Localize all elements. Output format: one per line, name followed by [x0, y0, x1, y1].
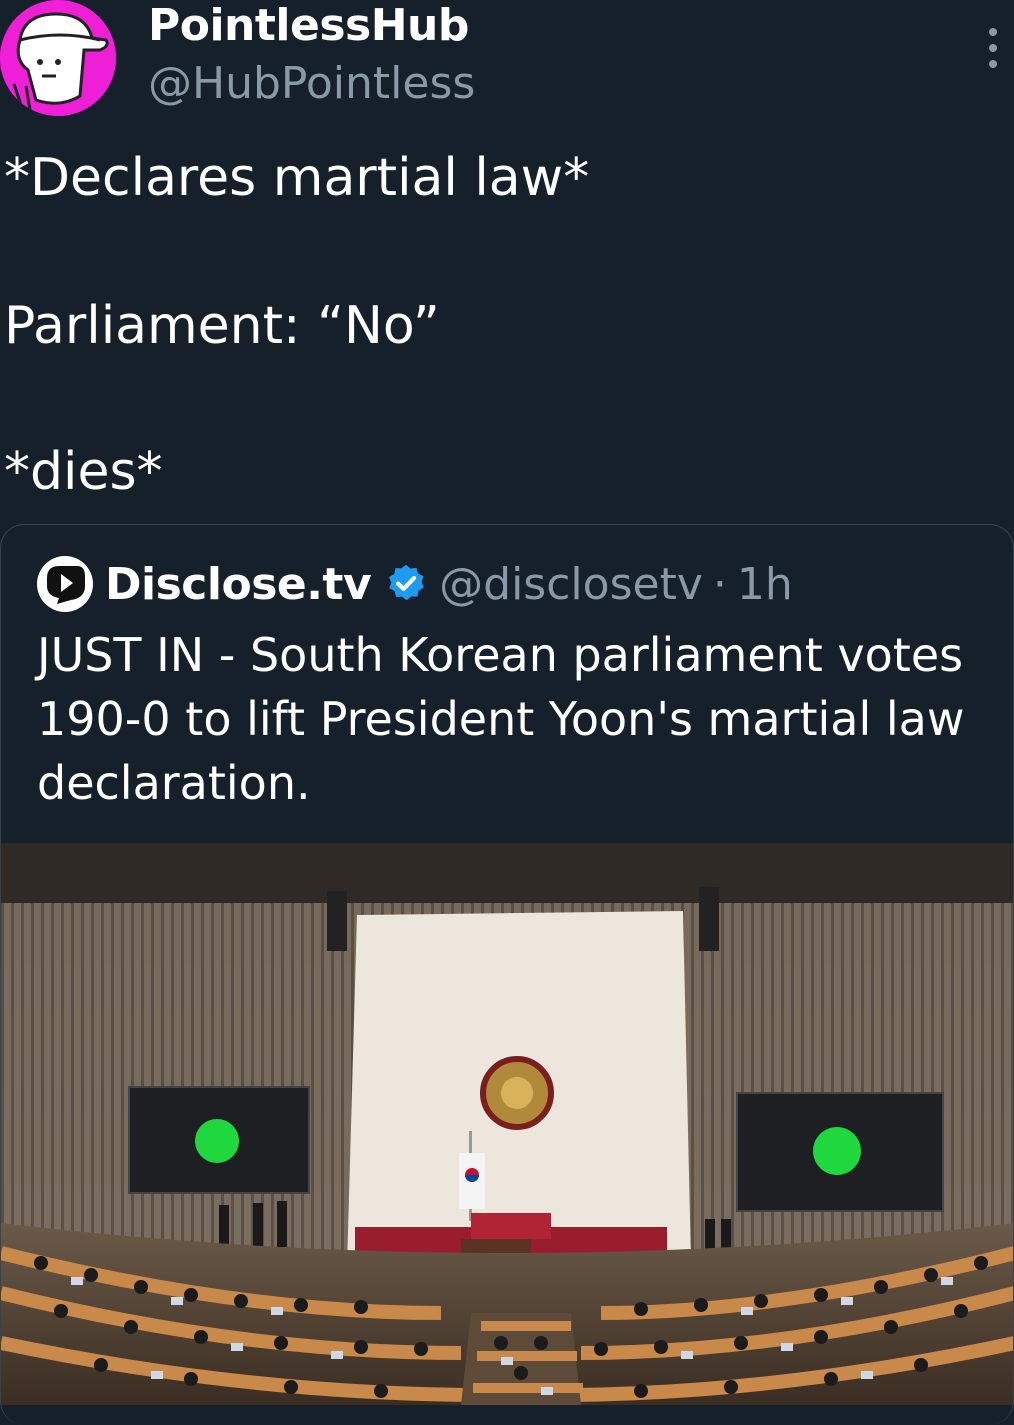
meta-separator: · — [712, 558, 727, 610]
more-options-icon[interactable] — [986, 28, 1000, 68]
more-dot — [989, 60, 997, 68]
author-avatar[interactable] — [0, 0, 116, 116]
author-display-name[interactable]: PointlessHub — [148, 0, 469, 52]
tweet-text-line: *Declares martial law* — [4, 148, 590, 208]
tweet-header: PointlessHub @HubPointless — [0, 0, 1014, 120]
disclose-logo-icon[interactable] — [37, 556, 93, 612]
more-dot — [989, 28, 997, 36]
cartoon-cap-character-icon — [0, 0, 116, 116]
quoted-tweet-card[interactable]: Disclose.tv @disclosetv · 1h JUST IN - S… — [0, 524, 1014, 1425]
more-dot — [989, 44, 997, 52]
tweet-text-line: Parliament: “No” — [4, 296, 440, 356]
author-handle[interactable]: @HubPointless — [148, 58, 475, 110]
tweet-text-line: *dies* — [4, 442, 163, 502]
quoted-timestamp[interactable]: 1h — [737, 559, 793, 610]
quoted-author-handle[interactable]: @disclosetv — [439, 559, 703, 610]
quoted-tweet-text: JUST IN - South Korean parliament votes … — [37, 628, 965, 810]
quoted-tweet-header: Disclose.tv @disclosetv · 1h — [37, 555, 793, 613]
verified-badge-icon — [389, 564, 425, 601]
quoted-author-name[interactable]: Disclose.tv — [105, 559, 372, 610]
parliament-chamber-photo[interactable] — [1, 843, 1013, 1405]
